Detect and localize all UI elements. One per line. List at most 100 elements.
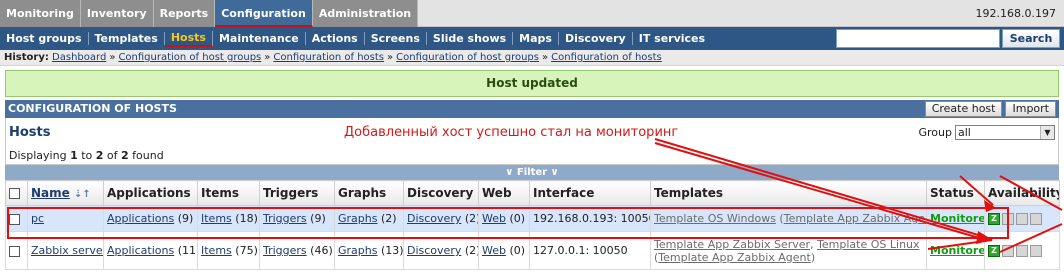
section-buttons: Create host Import bbox=[924, 101, 1056, 117]
web-link[interactable]: Web bbox=[482, 212, 506, 225]
template-parent-link[interactable]: Template App Zabbix Agent bbox=[658, 251, 811, 264]
ipmi-icon bbox=[1030, 213, 1042, 225]
section-title: CONFIGURATION OF HOSTS bbox=[8, 102, 177, 115]
templates-cell: Template OS Windows (Template App Zabbix… bbox=[650, 205, 927, 232]
applications-link[interactable]: Applications bbox=[107, 212, 174, 225]
displaying-of-word: of bbox=[103, 149, 122, 162]
displaying-total: 2 bbox=[121, 149, 129, 162]
template-link[interactable]: Template App Zabbix Server bbox=[654, 238, 810, 251]
server-ip: 192.168.0.197 bbox=[975, 7, 1056, 20]
discovery-count: (2) bbox=[464, 212, 478, 225]
row-checkbox[interactable] bbox=[9, 245, 20, 257]
subnav-actions[interactable]: Actions bbox=[306, 32, 365, 45]
items-link[interactable]: Items bbox=[201, 212, 232, 225]
triggers-link[interactable]: Triggers bbox=[263, 212, 307, 225]
graphs-count: (2) bbox=[380, 212, 397, 225]
jmx-icon bbox=[1016, 213, 1028, 225]
tab-reports[interactable]: Reports bbox=[153, 0, 216, 27]
history-link-1[interactable]: Dashboard bbox=[52, 52, 106, 63]
col-availability: Availability bbox=[984, 180, 1060, 206]
search-button[interactable]: Search bbox=[1002, 29, 1060, 48]
subnav-hosts[interactable]: Hosts bbox=[164, 30, 213, 47]
graphs-cell: Graphs (2) bbox=[334, 205, 404, 232]
zabbix-agent-available-icon: Z bbox=[988, 245, 1000, 257]
history-separator: » bbox=[264, 52, 271, 63]
template-parent-link[interactable]: Template App Zabbix Agent bbox=[784, 212, 926, 225]
history-separator: » bbox=[109, 52, 116, 63]
col-templates: Templates bbox=[650, 180, 927, 206]
web-link[interactable]: Web bbox=[482, 244, 506, 257]
search-input[interactable] bbox=[836, 29, 1000, 48]
import-button[interactable]: Import bbox=[1005, 101, 1056, 117]
host-name-link[interactable]: Zabbix server bbox=[31, 244, 103, 257]
discovery-link[interactable]: Discovery bbox=[407, 244, 461, 257]
tab-monitoring[interactable]: Monitoring bbox=[0, 0, 81, 27]
items-link[interactable]: Items bbox=[201, 244, 232, 257]
snmp-icon bbox=[1002, 245, 1014, 257]
filter-toggle[interactable]: ∨ Filter ∨ bbox=[5, 165, 1059, 180]
graphs-cell: Graphs (13) bbox=[334, 231, 404, 270]
displaying-prefix: Displaying bbox=[9, 149, 71, 162]
select-all-checkbox[interactable] bbox=[9, 188, 20, 199]
group-select[interactable]: all ▼ bbox=[955, 125, 1055, 140]
history-link-2[interactable]: Configuration of host groups bbox=[118, 52, 261, 63]
history-label: History: bbox=[4, 52, 49, 63]
subnav-maintenance[interactable]: Maintenance bbox=[213, 32, 306, 45]
applications-link[interactable]: Applications bbox=[107, 244, 174, 257]
row-checkbox[interactable] bbox=[9, 213, 20, 225]
web-cell: Web (0) bbox=[478, 231, 530, 270]
table-header: Name ⇣↑ Applications Items Triggers Grap… bbox=[5, 180, 1060, 206]
tab-inventory[interactable]: Inventory bbox=[80, 0, 154, 27]
subnav-maps[interactable]: Maps bbox=[513, 32, 559, 45]
template-link[interactable]: Template OS Windows bbox=[654, 212, 776, 225]
availability-icons: Z bbox=[988, 245, 1042, 257]
triggers-link[interactable]: Triggers bbox=[263, 244, 307, 257]
col-name[interactable]: Name ⇣↑ bbox=[27, 180, 104, 206]
displaying-count: Displaying 1 to 2 of 2 found bbox=[9, 149, 164, 162]
graphs-link[interactable]: Graphs bbox=[338, 212, 377, 225]
status-toggle[interactable]: Monitored bbox=[930, 212, 984, 225]
group-label: Group bbox=[918, 126, 953, 139]
subnav-screens[interactable]: Screens bbox=[365, 32, 427, 45]
select-all-header bbox=[5, 180, 28, 206]
status-toggle[interactable]: Monitored bbox=[930, 244, 984, 257]
search-area: Search bbox=[836, 29, 1060, 48]
discovery-link[interactable]: Discovery bbox=[407, 212, 461, 225]
tab-administration[interactable]: Administration bbox=[312, 0, 419, 27]
subnav-templates[interactable]: Templates bbox=[89, 32, 165, 45]
col-triggers: Triggers bbox=[259, 180, 335, 206]
hosts-table: Name ⇣↑ Applications Items Triggers Grap… bbox=[5, 180, 1060, 270]
subnav-slide-shows[interactable]: Slide shows bbox=[427, 32, 514, 45]
host-name: Zabbix server bbox=[27, 231, 104, 270]
interface-cell: 127.0.0.1: 10050 bbox=[529, 231, 651, 270]
triggers-cell: Triggers (9) bbox=[259, 205, 335, 232]
subnav-discovery[interactable]: Discovery bbox=[559, 32, 633, 45]
history-separator: » bbox=[542, 52, 549, 63]
table-row: Zabbix server Applications (11) Items (7… bbox=[5, 231, 1060, 270]
success-message: Host updated bbox=[5, 70, 1059, 97]
name-sort-link[interactable]: Name bbox=[31, 186, 70, 200]
history-link-5[interactable]: Configuration of hosts bbox=[551, 52, 662, 63]
group-filter: Group all ▼ bbox=[918, 125, 1055, 140]
applications-count: (9) bbox=[177, 212, 194, 225]
col-discovery: Discovery bbox=[403, 180, 479, 206]
host-name-link[interactable]: pc bbox=[31, 212, 44, 225]
snmp-icon bbox=[1002, 213, 1014, 225]
history-link-4[interactable]: Configuration of host groups bbox=[396, 52, 539, 63]
status-cell: Monitored bbox=[926, 231, 985, 270]
history-separator: » bbox=[387, 52, 394, 63]
graphs-link[interactable]: Graphs bbox=[338, 244, 377, 257]
col-web: Web bbox=[478, 180, 530, 206]
subnav-it-services[interactable]: IT services bbox=[633, 32, 711, 45]
applications-cell: Applications (11) bbox=[103, 231, 198, 270]
history-link-3[interactable]: Configuration of hosts bbox=[273, 52, 384, 63]
chevron-down-icon: ▼ bbox=[1040, 126, 1054, 139]
template-link[interactable]: Template OS Linux bbox=[817, 238, 919, 251]
hosts-title: Hosts bbox=[9, 125, 51, 140]
items-cell: Items (75) bbox=[197, 231, 260, 270]
create-host-button[interactable]: Create host bbox=[924, 101, 1003, 117]
tab-configuration[interactable]: Configuration bbox=[215, 0, 313, 27]
annotation-text: Добавленный хост успешно стал на монитор… bbox=[344, 125, 679, 140]
subnav-host-groups[interactable]: Host groups bbox=[0, 32, 89, 45]
web-count: (0) bbox=[509, 212, 526, 225]
